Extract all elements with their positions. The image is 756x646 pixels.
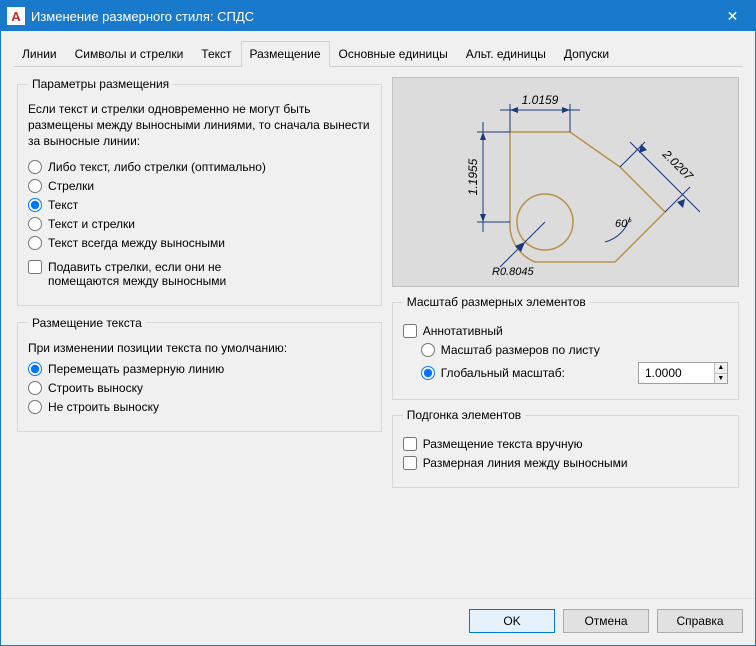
fit-option-arrows[interactable]: Стрелки — [28, 179, 371, 193]
fit-option-either-radio[interactable] — [28, 160, 42, 174]
scale-global[interactable]: Глобальный масштаб: — [421, 366, 565, 380]
ok-button[interactable]: OK — [469, 609, 555, 633]
text-placement-leader-radio[interactable] — [28, 381, 42, 395]
fit-option-always-inside[interactable]: Текст всегда между выносными — [28, 236, 371, 250]
text-placement-move-dimline-label: Перемещать размерную линию — [48, 362, 224, 376]
tab-text[interactable]: Текст — [192, 41, 240, 66]
spinner-down-icon[interactable]: ▼ — [715, 374, 727, 384]
app-icon: A — [7, 7, 25, 25]
dialog-button-row: OK Отмена Справка — [1, 598, 755, 645]
suppress-arrows-label: Подавить стрелки, если они не помещаются… — [48, 260, 226, 288]
global-scale-spinner[interactable]: ▲ ▼ — [638, 362, 728, 384]
group-fit-options: Параметры размещения Если текст и стрелк… — [17, 77, 382, 306]
group-scale-legend: Масштаб размерных элементов — [403, 295, 590, 309]
text-placement-description: При изменении позиции текста по умолчани… — [28, 340, 371, 356]
group-fine-tuning-legend: Подгонка элементов — [403, 408, 525, 422]
annotative-checkbox[interactable] — [403, 324, 417, 338]
suppress-arrows-checkbox[interactable] — [28, 260, 42, 274]
annotative-label: Аннотативный — [423, 324, 503, 338]
tab-tolerances[interactable]: Допуски — [555, 41, 618, 66]
dimension-preview: 1.0159 1.1955 2.0207 — [392, 77, 739, 287]
fit-option-both-radio[interactable] — [28, 217, 42, 231]
fit-option-arrows-radio[interactable] — [28, 179, 42, 193]
tab-fit[interactable]: Размещение — [241, 41, 330, 67]
tab-lines[interactable]: Линии — [13, 41, 66, 66]
text-placement-no-leader[interactable]: Не строить выноску — [28, 400, 371, 414]
svg-text:2.0207: 2.0207 — [660, 147, 697, 184]
suppress-arrows-check[interactable]: Подавить стрелки, если они не помещаются… — [28, 260, 371, 288]
left-column: Параметры размещения Если текст и стрелк… — [17, 77, 382, 584]
group-fine-tuning: Подгонка элементов Размещение текста вру… — [392, 408, 739, 488]
svg-text:R0.8045: R0.8045 — [492, 266, 534, 278]
fit-option-both-label: Текст и стрелки — [48, 217, 135, 231]
fit-option-always-inside-label: Текст всегда между выносными — [48, 236, 225, 250]
preview-svg: 1.0159 1.1955 2.0207 — [415, 82, 715, 282]
fit-option-both[interactable]: Текст и стрелки — [28, 217, 371, 231]
tab-strip: Линии Символы и стрелки Текст Размещение… — [13, 41, 743, 67]
dimline-between-check[interactable]: Размерная линия между выносными — [403, 456, 728, 470]
manual-text-checkbox[interactable] — [403, 437, 417, 451]
scale-layout-label: Масштаб размеров по листу — [441, 343, 600, 357]
tab-symbols-arrows[interactable]: Символы и стрелки — [66, 41, 193, 66]
scale-global-row: Глобальный масштаб: ▲ ▼ — [421, 362, 728, 384]
scale-global-label: Глобальный масштаб: — [441, 366, 565, 380]
text-placement-move-dimline-radio[interactable] — [28, 362, 42, 376]
manual-text-label: Размещение текста вручную — [423, 437, 583, 451]
right-column: 1.0159 1.1955 2.0207 — [392, 77, 739, 584]
text-placement-move-dimline[interactable]: Перемещать размерную линию — [28, 362, 371, 376]
group-text-placement: Размещение текста При изменении позиции … — [17, 316, 382, 432]
tab-panel-fit: Параметры размещения Если текст и стрелк… — [13, 67, 743, 588]
text-placement-leader[interactable]: Строить выноску — [28, 381, 371, 395]
dialog-content: Линии Символы и стрелки Текст Размещение… — [1, 31, 755, 598]
fit-option-either-label: Либо текст, либо стрелки (оптимально) — [48, 160, 266, 174]
dialog-window: A Изменение размерного стиля: СПДС ✕ Лин… — [0, 0, 756, 646]
fit-options-description: Если текст и стрелки одновременно не мог… — [28, 101, 371, 150]
scale-layout-radio[interactable] — [421, 343, 435, 357]
fit-option-text-label: Текст — [48, 198, 78, 212]
text-placement-leader-label: Строить выноску — [48, 381, 143, 395]
close-button[interactable]: ✕ — [710, 1, 755, 31]
fit-option-always-inside-radio[interactable] — [28, 236, 42, 250]
titlebar: A Изменение размерного стиля: СПДС ✕ — [1, 1, 755, 31]
window-title: Изменение размерного стиля: СПДС — [31, 9, 710, 24]
fit-option-text[interactable]: Текст — [28, 198, 371, 212]
svg-text:60°: 60° — [615, 218, 632, 230]
scale-global-radio[interactable] — [421, 366, 435, 380]
svg-text:1.1955: 1.1955 — [466, 158, 480, 195]
help-button[interactable]: Справка — [657, 609, 743, 633]
global-scale-input[interactable] — [639, 363, 714, 383]
tab-primary-units[interactable]: Основные единицы — [330, 41, 457, 66]
tab-alt-units[interactable]: Альт. единицы — [457, 41, 555, 66]
text-placement-no-leader-radio[interactable] — [28, 400, 42, 414]
text-placement-no-leader-label: Не строить выноску — [48, 400, 159, 414]
dimline-between-label: Размерная линия между выносными — [423, 456, 628, 470]
fit-option-text-radio[interactable] — [28, 198, 42, 212]
dimline-between-checkbox[interactable] — [403, 456, 417, 470]
fit-option-arrows-label: Стрелки — [48, 179, 94, 193]
cancel-button[interactable]: Отмена — [563, 609, 649, 633]
fit-option-either[interactable]: Либо текст, либо стрелки (оптимально) — [28, 160, 371, 174]
group-fit-options-legend: Параметры размещения — [28, 77, 173, 91]
svg-text:1.0159: 1.0159 — [522, 93, 559, 107]
scale-layout[interactable]: Масштаб размеров по листу — [421, 343, 728, 357]
annotative-check[interactable]: Аннотативный — [403, 324, 728, 338]
group-text-placement-legend: Размещение текста — [28, 316, 146, 330]
group-scale: Масштаб размерных элементов Аннотативный… — [392, 295, 739, 400]
spinner-up-icon[interactable]: ▲ — [715, 363, 727, 374]
manual-text-check[interactable]: Размещение текста вручную — [403, 437, 728, 451]
